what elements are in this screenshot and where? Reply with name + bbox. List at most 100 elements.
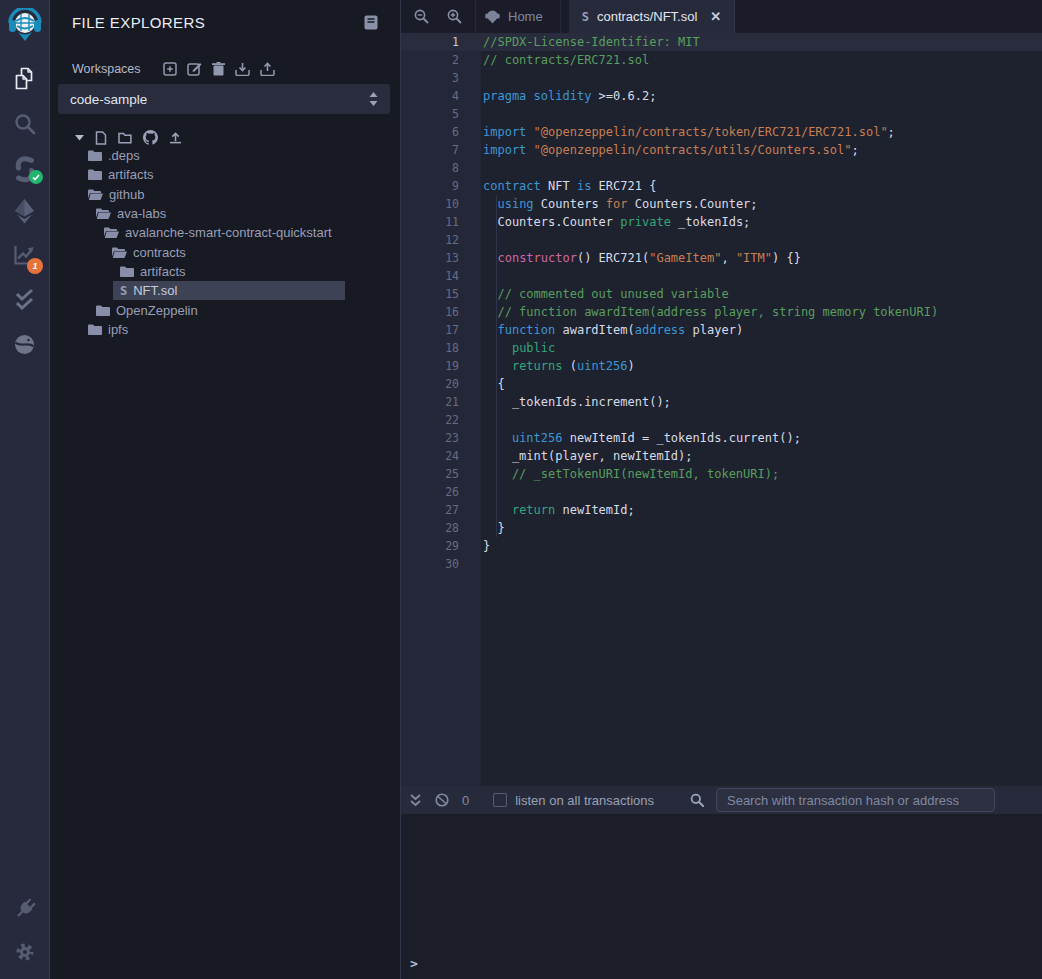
code-line-10[interactable]: 10 using Counters for Counters.Counter; <box>401 195 1042 213</box>
caret-down-icon[interactable] <box>75 134 84 141</box>
code-text: _tokenIds.increment(); <box>481 393 671 411</box>
terminal-toolbar: 0 listen on all transactions <box>401 786 1042 814</box>
code-editor[interactable]: 1//SPDX-License-Identifier: MIT2// contr… <box>401 33 1042 786</box>
workspace-select[interactable]: code-sample <box>58 84 390 114</box>
tree-item-ava-labs[interactable]: ava-labs <box>50 204 400 223</box>
terminal-content[interactable]: > <box>401 814 1042 979</box>
tree-item-artifacts[interactable]: artifacts <box>50 262 400 281</box>
code-text <box>481 555 483 573</box>
delete-workspace-icon[interactable] <box>212 62 225 76</box>
search-icon[interactable] <box>0 112 49 136</box>
line-number: 30 <box>401 555 459 573</box>
code-line-2[interactable]: 2// contracts/ERC721.sol <box>401 51 1042 69</box>
tree-item-artifacts[interactable]: artifacts <box>50 165 400 184</box>
file-explorer-icon[interactable] <box>0 66 49 92</box>
upload-workspace-icon[interactable] <box>260 62 275 76</box>
tree-item-avalanche-smart-contract-quickstart[interactable]: avalanche-smart-contract-quickstart <box>50 223 400 242</box>
code-line-19[interactable]: 19 returns (uint256) <box>401 357 1042 375</box>
code-line-20[interactable]: 20 { <box>401 375 1042 393</box>
checks-icon[interactable] <box>0 288 49 310</box>
solidity-compiler-icon[interactable] <box>0 155 49 183</box>
code-line-6[interactable]: 6import "@openzeppelin/contracts/token/E… <box>401 123 1042 141</box>
code-line-13[interactable]: 13 constructor() ERC721("GameItem", "ITM… <box>401 249 1042 267</box>
code-line-9[interactable]: 9contract NFT is ERC721 { <box>401 177 1042 195</box>
code-text <box>481 105 483 123</box>
code-line-18[interactable]: 18 public <box>401 339 1042 357</box>
code-text: import "@openzeppelin/contracts/token/ER… <box>481 123 895 141</box>
terminal-search-input[interactable] <box>716 788 995 812</box>
tree-item-label: artifacts <box>140 264 186 279</box>
expand-terminal-icon[interactable] <box>410 794 421 807</box>
code-text: returns (uint256) <box>481 357 635 375</box>
code-line-23[interactable]: 23 uint256 newItemId = _tokenIds.current… <box>401 429 1042 447</box>
clear-console-icon[interactable] <box>435 793 449 807</box>
code-text: uint256 newItemId = _tokenIds.current(); <box>481 429 801 447</box>
tree-item--deps[interactable]: .deps <box>50 146 400 165</box>
tree-item-label: ipfs <box>108 322 128 337</box>
book-icon[interactable] <box>364 15 378 34</box>
plug-icon[interactable] <box>0 897 49 921</box>
code-line-27[interactable]: 27 return newItemId; <box>401 501 1042 519</box>
tree-item-label: artifacts <box>108 167 154 182</box>
deploy-run-icon[interactable] <box>0 198 49 224</box>
tree-item-github[interactable]: github <box>50 185 400 204</box>
code-line-28[interactable]: 28 } <box>401 519 1042 537</box>
line-number: 20 <box>401 375 459 393</box>
zoom-in-icon[interactable] <box>447 9 462 24</box>
tree-item-nft-sol[interactable]: SNFT.sol <box>50 281 400 300</box>
code-line-29[interactable]: 29} <box>401 537 1042 555</box>
code-line-21[interactable]: 21 _tokenIds.increment(); <box>401 393 1042 411</box>
add-workspace-icon[interactable] <box>163 62 177 76</box>
tree-item-label: contracts <box>133 245 186 260</box>
rename-workspace-icon[interactable] <box>187 62 202 76</box>
analytics-icon[interactable]: 1 <box>0 242 49 267</box>
code-text: import "@openzeppelin/contracts/utils/Co… <box>481 141 859 159</box>
transaction-count: 0 <box>462 793 469 808</box>
file-explorer-panel: FILE EXPLORERS Workspaces code-sample .d… <box>50 0 400 979</box>
code-line-8[interactable]: 8 <box>401 159 1042 177</box>
code-line-1[interactable]: 1//SPDX-License-Identifier: MIT <box>401 33 1042 51</box>
tab-home[interactable]: Home <box>475 0 561 33</box>
zoom-out-icon[interactable] <box>414 9 429 24</box>
sphere-icon[interactable] <box>0 334 49 355</box>
line-number: 17 <box>401 321 459 339</box>
code-line-15[interactable]: 15 // commented out unused variable <box>401 285 1042 303</box>
new-folder-icon[interactable] <box>118 132 132 144</box>
code-text: pragma solidity >=0.6.2; <box>481 87 656 105</box>
tree-item-contracts[interactable]: contracts <box>50 242 400 261</box>
terminal-prompt: > <box>410 956 418 971</box>
code-line-17[interactable]: 17 function awardItem(address player) <box>401 321 1042 339</box>
github-icon[interactable] <box>143 130 158 145</box>
code-line-3[interactable]: 3 <box>401 69 1042 87</box>
code-text: } <box>481 519 505 537</box>
code-line-25[interactable]: 25 // _setTokenURI(newItemId, tokenURI); <box>401 465 1042 483</box>
gear-icon[interactable] <box>0 942 49 962</box>
code-line-7[interactable]: 7import "@openzeppelin/contracts/utils/C… <box>401 141 1042 159</box>
line-number: 9 <box>401 177 459 195</box>
code-line-30[interactable]: 30 <box>401 555 1042 573</box>
publish-icon[interactable] <box>169 131 182 144</box>
code-line-16[interactable]: 16 // function awardItem(address player,… <box>401 303 1042 321</box>
code-text: function awardItem(address player) <box>481 321 743 339</box>
new-file-icon[interactable] <box>95 131 107 145</box>
code-line-11[interactable]: 11 Counters.Counter private _tokenIds; <box>401 213 1042 231</box>
code-line-14[interactable]: 14 <box>401 267 1042 285</box>
tree-item-openzeppelin[interactable]: OpenZeppelin <box>50 300 400 319</box>
code-line-26[interactable]: 26 <box>401 483 1042 501</box>
folder-closed-icon <box>96 305 110 316</box>
tab-contracts-nft-sol[interactable]: S contracts/NFT.sol ✕ <box>569 0 736 33</box>
listen-transactions-checkbox[interactable] <box>493 793 507 807</box>
tree-item-ipfs[interactable]: ipfs <box>50 320 400 339</box>
code-line-5[interactable]: 5 <box>401 105 1042 123</box>
workspace-name: code-sample <box>70 92 369 107</box>
line-number: 12 <box>401 231 459 249</box>
line-number: 23 <box>401 429 459 447</box>
code-text: } <box>481 537 490 555</box>
tab-close-icon[interactable]: ✕ <box>710 9 721 24</box>
code-line-4[interactable]: 4pragma solidity >=0.6.2; <box>401 87 1042 105</box>
tree-item-label: OpenZeppelin <box>116 303 198 318</box>
code-line-22[interactable]: 22 <box>401 411 1042 429</box>
code-line-12[interactable]: 12 <box>401 231 1042 249</box>
code-line-24[interactable]: 24 _mint(player, newItemId); <box>401 447 1042 465</box>
download-workspace-icon[interactable] <box>235 62 250 76</box>
